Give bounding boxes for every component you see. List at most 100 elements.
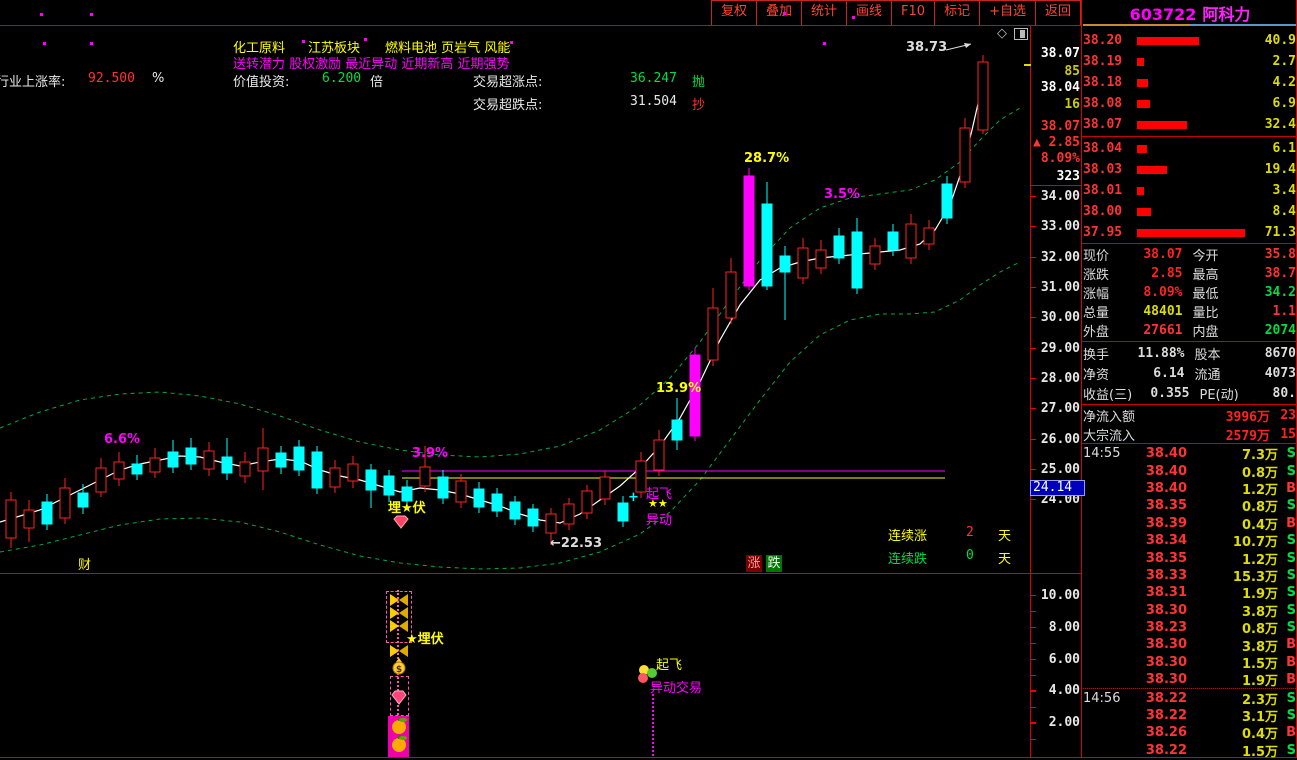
bid-price: 38.00 [1083, 204, 1133, 219]
tick-side: S [1278, 568, 1296, 583]
tick-row: 38.30 1.5万 B [1083, 654, 1296, 671]
fund-value: 11.88% [1109, 346, 1184, 361]
value-invest-value: 6.200 [322, 71, 361, 86]
bid-price: 38.03 [1083, 162, 1133, 177]
volume-bar [1133, 37, 1250, 45]
volume-bar [1133, 100, 1250, 108]
axis-tick [1031, 707, 1036, 708]
info-value: 48401 [1119, 304, 1183, 319]
bid-qty: 3.4 [1250, 183, 1296, 198]
axis-label: 33.00 [1032, 219, 1080, 234]
axis-label: 28.00 [1032, 371, 1080, 386]
window-icon[interactable] [1014, 28, 1028, 40]
ask-price: 38.07 [1083, 117, 1133, 132]
ask-qty: 4.2 [1250, 75, 1296, 90]
top-divider [0, 25, 1082, 26]
tick-price: 38.35 [1125, 551, 1187, 566]
toolbar-button-5[interactable]: 标记 [934, 1, 979, 25]
section-divider [1082, 136, 1297, 137]
axis-highlight-last-price: 24.14 [1030, 480, 1085, 496]
bid-price: 38.04 [1083, 141, 1133, 156]
tick-qty: 1.2万 [1187, 549, 1278, 568]
marker-dot [90, 13, 93, 16]
streak-up-unit: 天 [998, 525, 1011, 544]
oversold-value: 31.504 [630, 94, 677, 109]
section-divider [1082, 341, 1297, 342]
axis-label: 16 [1032, 97, 1080, 112]
info-label: 今开 [1193, 245, 1233, 264]
toolbar-button-7[interactable]: 返回 [1035, 1, 1080, 25]
industry-rise-unit: % [152, 71, 164, 86]
marker-dot [43, 42, 46, 45]
axis-tick [1031, 499, 1036, 500]
candlestick-chart[interactable] [0, 0, 1030, 760]
ask-row: 38.08 6.9 [1083, 93, 1296, 114]
axis-tick [1031, 691, 1036, 692]
flow-label: 净流入额 [1083, 406, 1135, 425]
axis-tick [1031, 675, 1036, 676]
tick-row: 38.34 10.7万 S [1083, 532, 1296, 549]
marker-dot [302, 40, 305, 43]
tick-side: B [1278, 672, 1296, 687]
tick-qty: 0.4万 [1187, 514, 1278, 533]
diamond-marker-icon[interactable]: ◇ [997, 26, 1007, 41]
tab-up[interactable]: 涨 [746, 555, 762, 572]
toolbar-button-0[interactable]: 复权 [712, 1, 756, 25]
axis-quote-divider [1030, 185, 1082, 186]
avg-price-tick [1024, 64, 1031, 66]
yidong-signal-label: 异动 [646, 509, 672, 528]
axis-label: 10.00 [1032, 588, 1080, 603]
info-label: 量比 [1193, 302, 1233, 321]
tab-down[interactable]: 跌 [766, 555, 782, 572]
tick-row: 38.33 15.3万 S [1083, 567, 1296, 584]
tick-qty: 10.7万 [1187, 531, 1278, 550]
marker-dot [364, 38, 367, 41]
tick-side: B [1278, 637, 1296, 652]
tick-row: 38.22 3.1万 S [1083, 707, 1296, 724]
axis-tick [1031, 226, 1036, 227]
section-divider [1082, 243, 1297, 244]
info-value: 1.1 [1233, 304, 1297, 319]
tick-price: 38.22 [1125, 691, 1187, 706]
tick-price: 38.30 [1125, 637, 1187, 652]
info-row: 总量 48401 量比 1.1 [1083, 302, 1296, 321]
tag-signals[interactable]: 送转潜力 股权激励 最近异动 近期新高 近期强势 [233, 53, 510, 72]
toolbar-button-4[interactable]: F10 [891, 1, 934, 25]
fund-label: 净资 [1083, 364, 1109, 383]
toolbar-button-1[interactable]: 叠加 [756, 1, 801, 25]
volume-bar [1133, 58, 1250, 66]
toolbar-button-3[interactable]: 画线 [846, 1, 891, 25]
toolbar-button-6[interactable]: +自选 [979, 1, 1035, 25]
lower-qifei-label: 起飞 [656, 654, 682, 673]
tick-qty: 3.8万 [1187, 601, 1278, 620]
bid-row: 38.00 8.4 [1083, 201, 1296, 222]
fund-label: 换手 [1083, 344, 1109, 363]
toolbar: 复权叠加统计画线F10标记+自选返回 [711, 0, 1081, 26]
oversold-action: 抄 [692, 94, 705, 113]
info-label: 最低 [1193, 283, 1233, 302]
axis-label: 29.00 [1032, 341, 1080, 356]
tick-row: 38.40 0.8万 S [1083, 462, 1296, 479]
axis-label: 8.09% [1032, 151, 1080, 166]
ask-qty: 40.9 [1250, 33, 1296, 48]
tick-row: 38.26 0.4万 B [1083, 724, 1296, 741]
flow-row: 净流入额 3996万 23 [1083, 406, 1296, 425]
overbought-label: 交易超涨点: [473, 71, 542, 90]
bid-qty: 19.4 [1250, 162, 1296, 177]
lower-maifu-label: ★埋伏 [406, 628, 444, 647]
info-label: 内盘 [1193, 321, 1233, 340]
tick-side: S [1278, 691, 1296, 706]
axis-tick [1031, 408, 1036, 409]
stock-trading-app: 复权叠加统计画线F10标记+自选返回 603722阿科力 化工原料 江苏板块 燃… [0, 0, 1297, 760]
chart-annotation: 13.9% [656, 381, 701, 396]
axis-label: 34.00 [1032, 189, 1080, 204]
bid-row: 38.01 3.4 [1083, 180, 1296, 201]
overbought-value: 36.247 [630, 71, 677, 86]
flow-value: 3996万 [1135, 406, 1270, 425]
bid-price: 38.01 [1083, 183, 1133, 198]
tick-side: B [1278, 481, 1296, 496]
tick-price: 38.23 [1125, 620, 1187, 635]
bid-qty: 6.1 [1250, 141, 1296, 156]
toolbar-button-2[interactable]: 统计 [801, 1, 846, 25]
marker-dot [823, 42, 826, 45]
